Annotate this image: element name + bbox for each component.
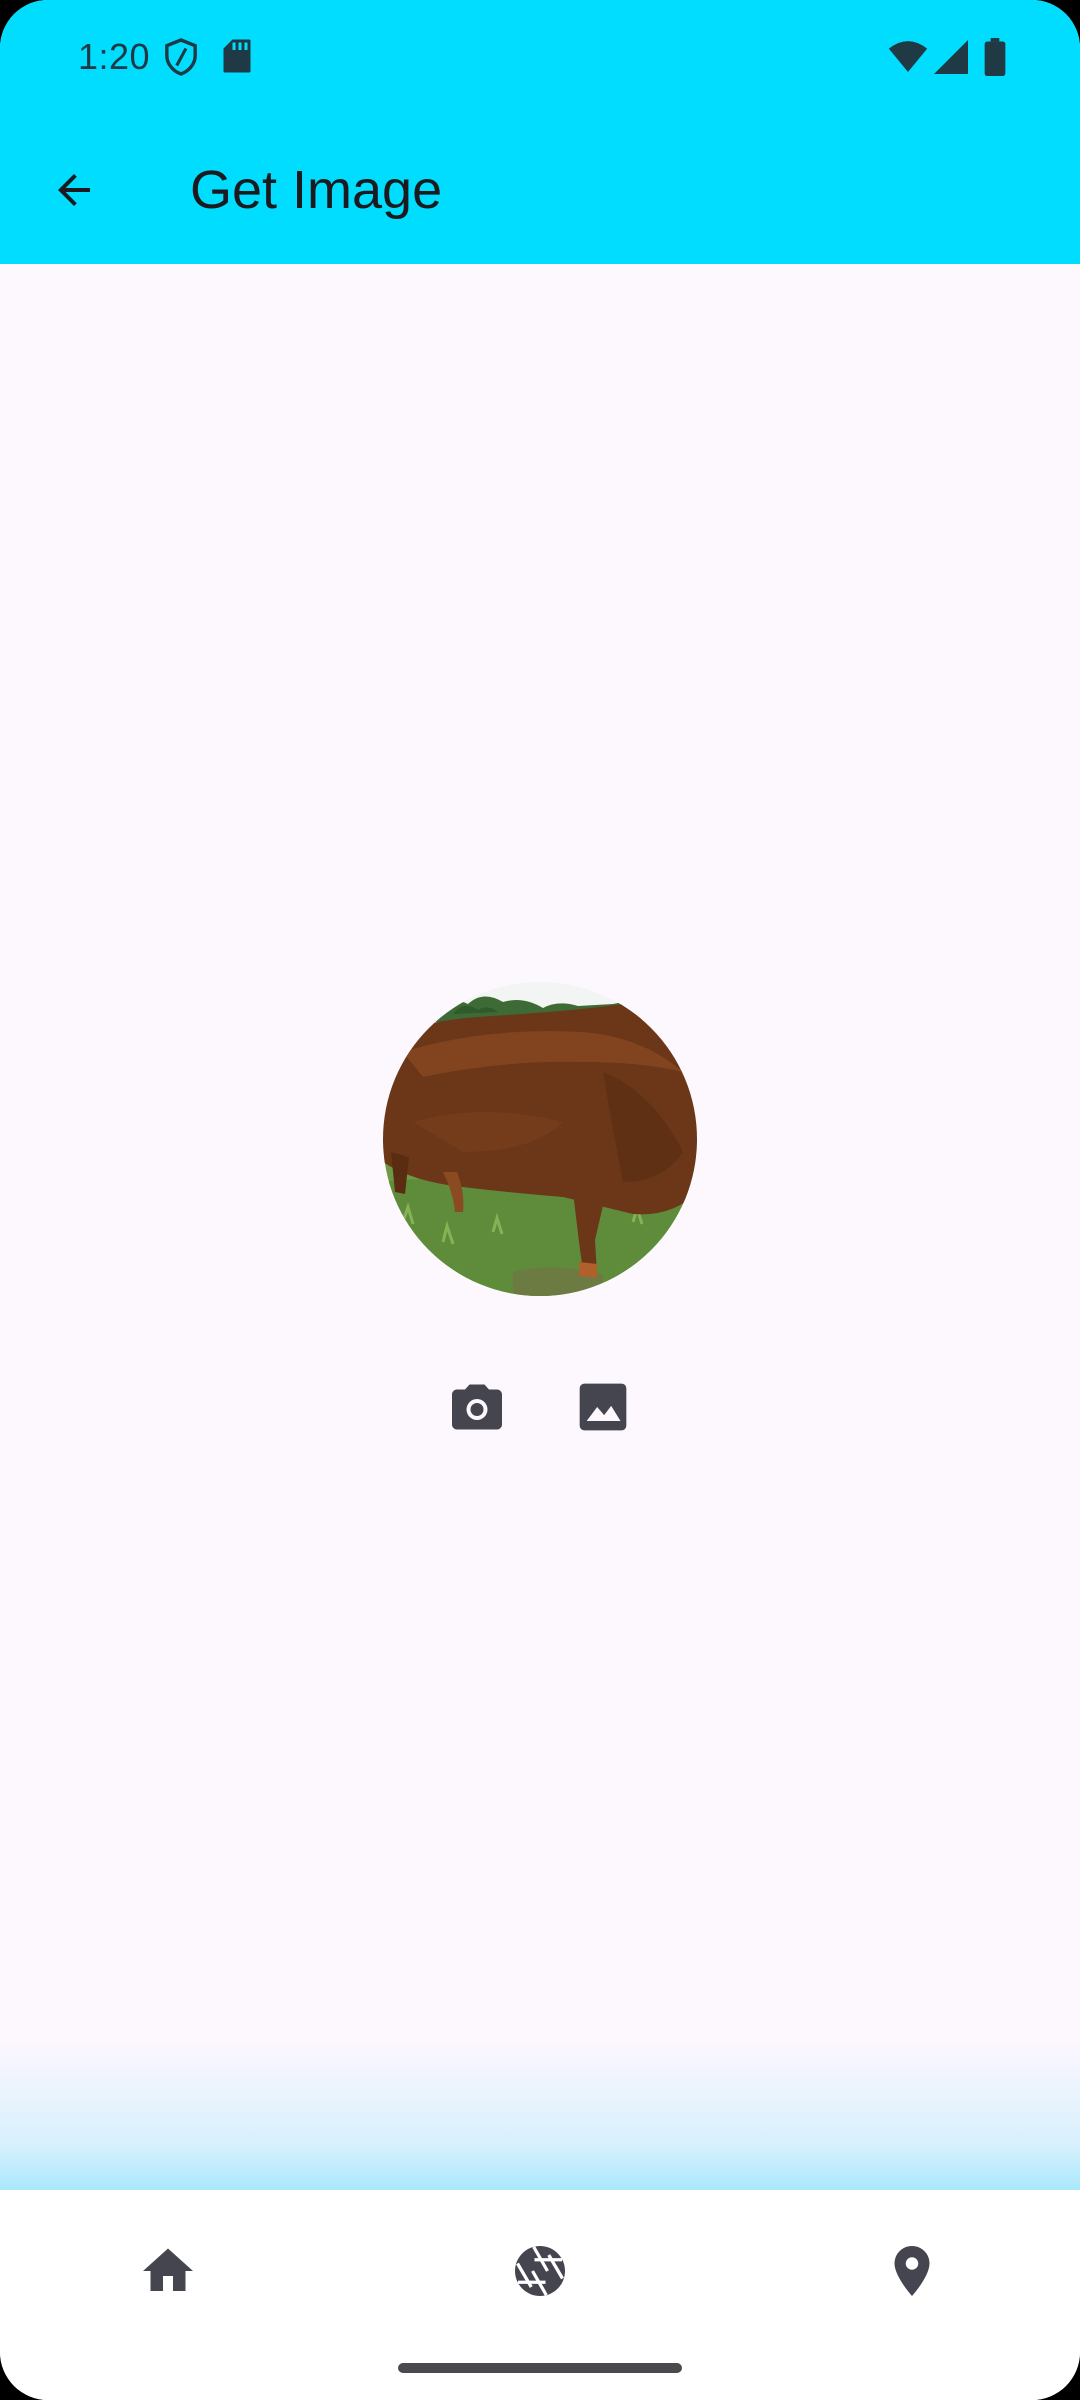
nav-item-home[interactable] — [118, 2228, 218, 2318]
home-indicator[interactable] — [398, 2363, 682, 2373]
avatar-image — [383, 982, 697, 1296]
app-bar: 1:20 Get Image — [0, 0, 1080, 264]
camera-aperture-icon — [510, 2241, 570, 2306]
location-pin-icon — [882, 2241, 942, 2306]
back-button[interactable] — [36, 154, 112, 230]
arrow-back-icon — [50, 166, 98, 219]
status-bar: 1:20 — [0, 0, 1080, 116]
gallery-button[interactable] — [558, 1364, 648, 1454]
nav-item-location[interactable] — [862, 2228, 962, 2318]
screen: 1:20 Get Image — [0, 0, 1080, 2400]
home-icon — [138, 2241, 198, 2306]
bottom-shadow — [0, 2040, 1080, 2190]
cellular-signal-icon — [934, 40, 968, 79]
camera-button[interactable] — [432, 1364, 522, 1454]
sd-card-icon — [222, 38, 252, 79]
nav-item-camera[interactable] — [490, 2228, 590, 2318]
page-title: Get Image — [190, 160, 443, 220]
shield-icon — [164, 38, 198, 81]
status-time: 1:20 — [78, 36, 151, 77]
battery-icon — [984, 38, 1006, 81]
wifi-icon — [888, 40, 928, 79]
camera-icon — [447, 1377, 507, 1442]
image-icon — [575, 1379, 631, 1440]
